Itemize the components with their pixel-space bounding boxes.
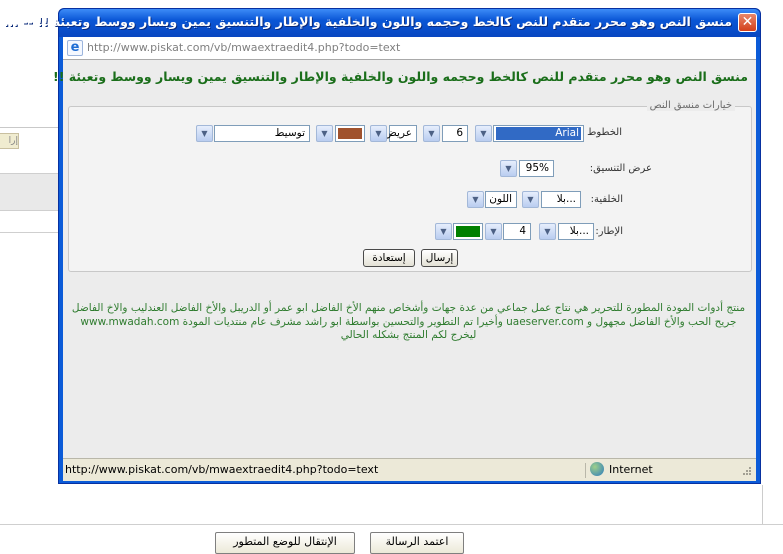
align-select-value: توسيط xyxy=(274,127,305,139)
ie-page-icon: e xyxy=(67,40,83,56)
address-url: http://www.piskat.com/vb/mwaextraedit4.p… xyxy=(87,41,401,54)
window-client: e http://www.piskat.com/vb/mwaextraedit4… xyxy=(53,37,756,481)
width-dropdown-icon[interactable]: ▼ xyxy=(500,160,517,177)
popup-content: منسق النص وهو محرر متقدم للنص كالخط وحجم… xyxy=(53,60,756,458)
border-width-value: 4 xyxy=(519,225,526,237)
credits-text: منتج أدوات المودة المطورة للتحرير هي نتا… xyxy=(71,302,746,341)
text-color-dropdown-icon[interactable]: ▼ xyxy=(316,125,333,142)
background-band xyxy=(0,173,60,211)
text-color-fill xyxy=(338,128,362,139)
border-style-select[interactable]: بلا... xyxy=(558,223,594,240)
size-select-value: 6 xyxy=(456,127,463,139)
border-style-value: بلا... xyxy=(569,225,589,237)
internet-globe-icon xyxy=(590,462,604,476)
address-bar: e http://www.piskat.com/vb/mwaextraedit4… xyxy=(63,37,756,60)
border-width-select[interactable]: 4 xyxy=(503,223,531,240)
status-bar: http://www.piskat.com/vb/mwaextraedit4.p… xyxy=(63,458,756,481)
font-select[interactable]: Arial xyxy=(493,125,584,142)
font-label: الخطوط xyxy=(587,127,622,138)
background-label: الخلفية: xyxy=(590,194,623,205)
width-label: عرض التنسيق: xyxy=(589,163,652,174)
background-scroll-edge xyxy=(762,485,783,525)
width-select-value: 95% xyxy=(525,162,549,174)
close-icon[interactable]: ✕ xyxy=(738,13,757,32)
background-color-value: اللون xyxy=(489,193,512,205)
size-select[interactable]: 6 xyxy=(442,125,468,142)
background-chip: إرا xyxy=(0,133,19,149)
send-button[interactable]: إرسال xyxy=(421,249,458,267)
background-color-dropdown-icon[interactable]: ▼ xyxy=(467,191,484,208)
title-bar[interactable]: منسق النص وهو محرر متقدم للنص كالخط وحجم… xyxy=(4,9,760,37)
background-select[interactable]: بلا... xyxy=(541,191,581,208)
font-select-value: Arial xyxy=(496,127,581,140)
background-dropdown-icon[interactable]: ▼ xyxy=(522,191,539,208)
security-zone: Internet xyxy=(609,463,653,476)
background-divider-bottom xyxy=(0,524,783,525)
width-select[interactable]: 95% xyxy=(519,160,554,177)
border-color-dropdown-icon[interactable]: ▼ xyxy=(435,223,452,240)
border-style-dropdown-icon[interactable]: ▼ xyxy=(539,223,556,240)
border-color-fill xyxy=(456,226,480,237)
advanced-mode-button[interactable]: الإنتقال للوضع المتطور xyxy=(215,532,355,554)
page-heading: منسق النص وهو محرر متقدم للنص كالخط وحجم… xyxy=(53,69,748,84)
background-select-value: بلا... xyxy=(556,193,576,205)
status-url: http://www.piskat.com/vb/mwaextraedit4.p… xyxy=(65,463,586,478)
border-label: الإطار: xyxy=(595,226,623,237)
weight-select-value: عريض xyxy=(384,127,412,139)
font-dropdown-icon[interactable]: ▼ xyxy=(475,125,492,142)
options-legend: خيارات منسق النص xyxy=(646,100,735,111)
border-color-swatch[interactable] xyxy=(453,223,483,240)
window-title: منسق النص وهو محرر متقدم للنص كالخط وحجم… xyxy=(3,14,732,29)
background-divider xyxy=(0,127,60,128)
background-divider-2 xyxy=(0,232,60,233)
weight-select[interactable]: عريض xyxy=(384,125,417,142)
size-dropdown-icon[interactable]: ▼ xyxy=(423,125,440,142)
align-select[interactable]: توسيط xyxy=(214,125,310,142)
background-color-select[interactable]: اللون xyxy=(485,191,517,208)
popup-window: منسق النص وهو محرر متقدم للنص كالخط وحجم… xyxy=(4,8,761,484)
resize-grip-icon[interactable] xyxy=(739,465,753,479)
options-fieldset: خيارات منسق النص الخطوط Arial ▼ 6 ▼ عريض… xyxy=(68,100,752,272)
restore-button[interactable]: إستعادة xyxy=(363,249,415,267)
align-dropdown-icon[interactable]: ▼ xyxy=(196,125,213,142)
weight-dropdown-icon[interactable]: ▼ xyxy=(370,125,387,142)
border-width-dropdown-icon[interactable]: ▼ xyxy=(485,223,502,240)
text-color-swatch[interactable] xyxy=(335,125,365,142)
approve-message-button[interactable]: اعتمد الرسالة xyxy=(370,532,464,554)
